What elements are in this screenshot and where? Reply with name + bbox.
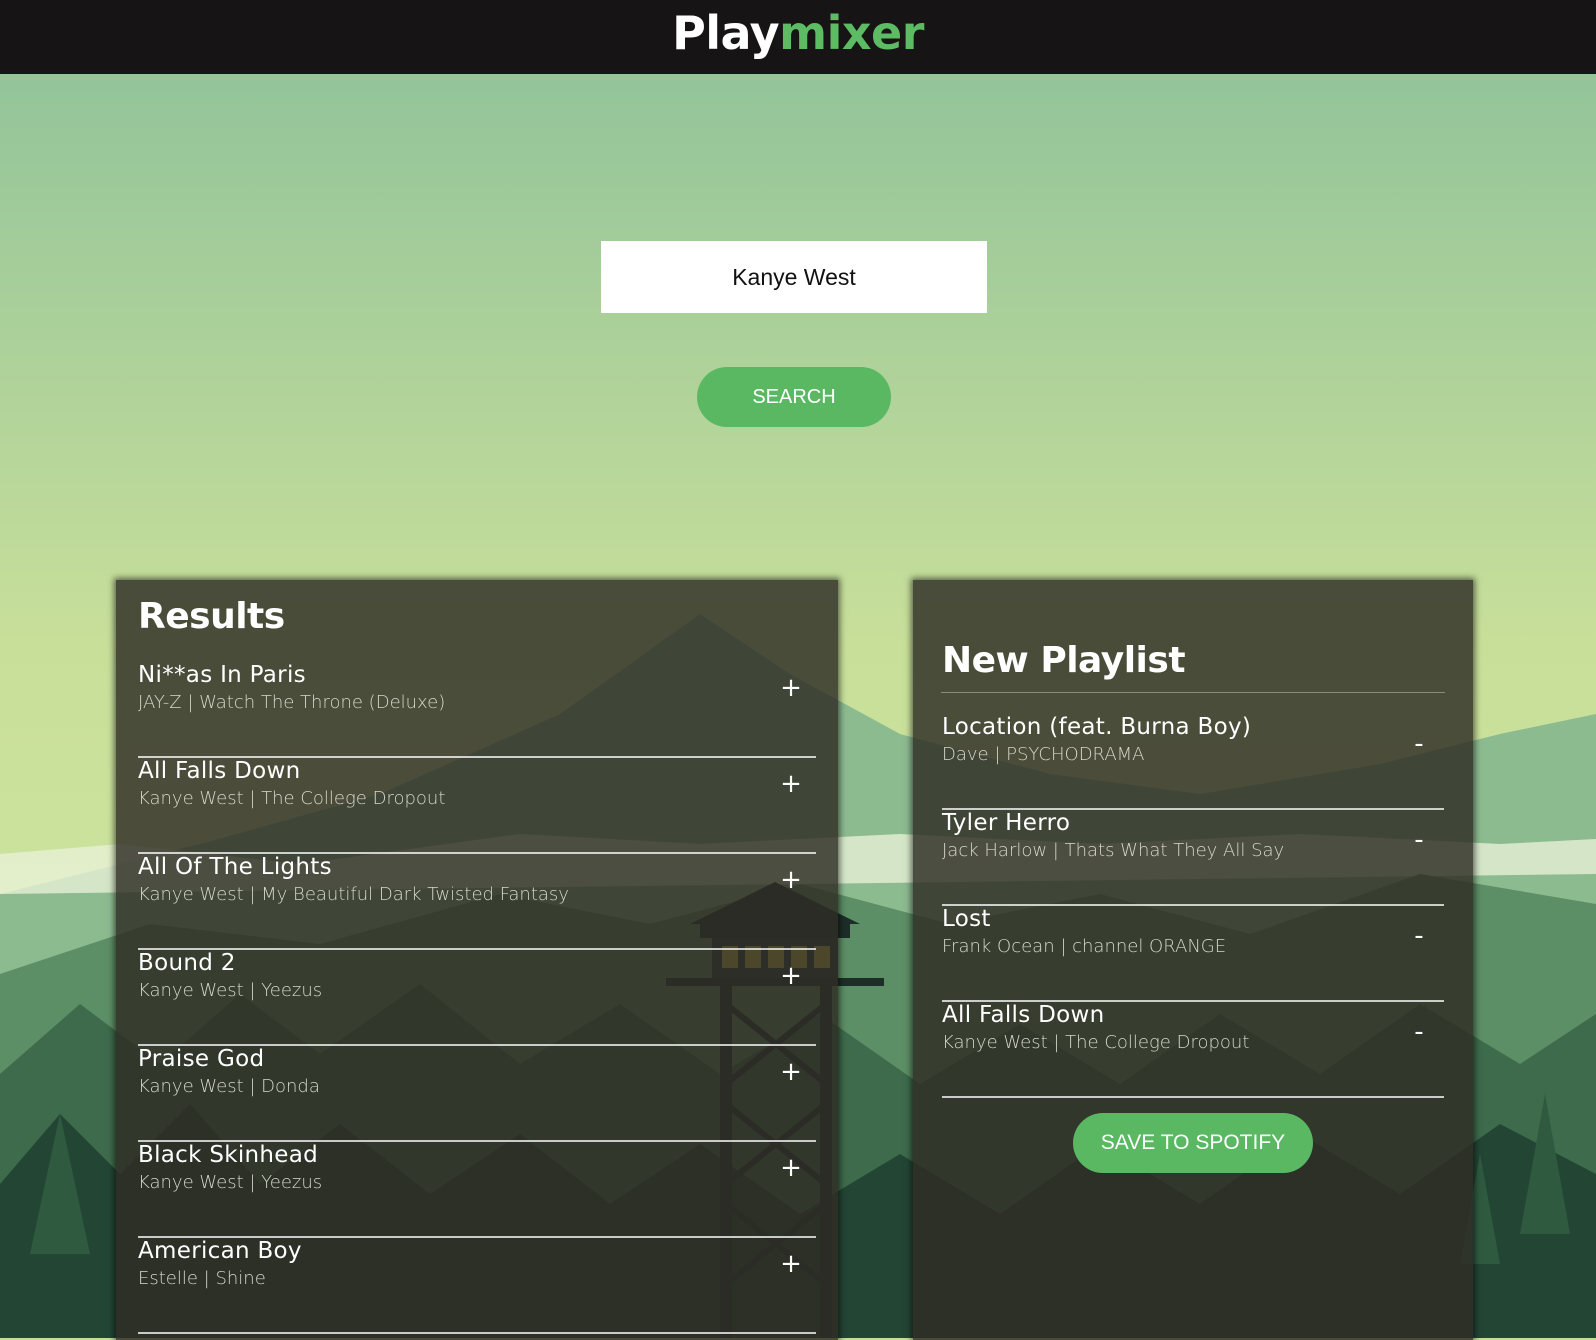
app-header: Playmixer — [0, 0, 1596, 74]
playlist-panel: New Playlist Location (feat. Burna Boy) … — [913, 580, 1473, 1340]
result-track: Ni**as In Paris JAY-Z | Watch The Throne… — [138, 662, 816, 758]
playlist-track: Tyler Herro Jack Harlow | Thats What The… — [942, 810, 1444, 906]
search-input[interactable] — [601, 241, 987, 313]
playlist-track: All Falls Down Kanye West | The College … — [942, 1002, 1444, 1098]
add-track-button[interactable]: + — [776, 1054, 806, 1090]
app-logo: Playmixer — [0, 0, 1596, 66]
track-name: Praise God — [138, 1046, 265, 1072]
add-track-button[interactable]: + — [776, 1150, 806, 1186]
result-track: Black Skinhead Kanye West | Yeezus + — [138, 1142, 816, 1238]
playlist-track: Lost Frank Ocean | channel ORANGE - — [942, 906, 1444, 1002]
add-track-button[interactable]: + — [776, 670, 806, 706]
track-name: Lost — [942, 906, 991, 932]
playlist-track-list: Location (feat. Burna Boy) Dave | PSYCHO… — [942, 714, 1444, 1098]
track-name: American Boy — [138, 1238, 302, 1264]
track-name: Ni**as In Paris — [138, 662, 306, 688]
track-name: Tyler Herro — [942, 810, 1071, 836]
result-track: All Falls Down Kanye West | The College … — [138, 758, 816, 854]
track-name: Bound 2 — [138, 950, 236, 976]
track-info: Kanye West | The College Dropout — [942, 1032, 1250, 1053]
playlist-title: New Playlist — [942, 640, 1186, 681]
remove-track-button[interactable]: - — [1404, 822, 1434, 858]
search-button[interactable]: SEARCH — [697, 367, 891, 427]
track-info: Kanye West | Yeezus — [138, 1172, 323, 1193]
save-to-spotify-button[interactable]: SAVE TO SPOTIFY — [1073, 1113, 1313, 1173]
result-track: American Boy Estelle | Shine + — [138, 1238, 816, 1334]
result-track: Praise God Kanye West | Donda + — [138, 1046, 816, 1142]
remove-track-button[interactable]: - — [1404, 918, 1434, 954]
results-panel: Results Ni**as In Paris JAY-Z | Watch Th… — [116, 580, 838, 1340]
track-info: Estelle | Shine — [138, 1268, 266, 1289]
add-track-button[interactable]: + — [776, 862, 806, 898]
result-track: Bound 2 Kanye West | Yeezus + — [138, 950, 816, 1046]
add-track-button[interactable]: + — [776, 1246, 806, 1282]
track-info: Dave | PSYCHODRAMA — [942, 744, 1145, 765]
track-info: Frank Ocean | channel ORANGE — [942, 936, 1227, 957]
results-title: Results — [138, 596, 285, 637]
logo-main-text: Play — [672, 6, 780, 60]
track-info: Kanye West | Donda — [138, 1076, 320, 1097]
track-name: Black Skinhead — [138, 1142, 319, 1168]
track-info: Kanye West | Yeezus — [138, 980, 323, 1001]
playlist-track: Location (feat. Burna Boy) Dave | PSYCHO… — [942, 714, 1444, 810]
track-name: All Of The Lights — [138, 854, 332, 880]
logo-accent-text: mixer — [779, 6, 924, 60]
track-info: Jack Harlow | Thats What They All Say — [942, 840, 1285, 861]
result-track: All Of The Lights Kanye West | My Beauti… — [138, 854, 816, 950]
remove-track-button[interactable]: - — [1404, 726, 1434, 762]
playlist-title-divider — [941, 692, 1445, 693]
track-info: Kanye West | My Beautiful Dark Twisted F… — [138, 884, 569, 905]
remove-track-button[interactable]: - — [1404, 1014, 1434, 1050]
track-name: All Falls Down — [942, 1002, 1105, 1028]
track-name: Location (feat. Burna Boy) — [942, 714, 1252, 740]
track-info: JAY-Z | Watch The Throne (Deluxe) — [138, 692, 446, 713]
track-name: All Falls Down — [138, 758, 301, 784]
add-track-button[interactable]: + — [776, 766, 806, 802]
add-track-button[interactable]: + — [776, 958, 806, 994]
results-track-list: Ni**as In Paris JAY-Z | Watch The Throne… — [138, 662, 816, 1334]
track-info: Kanye West | The College Dropout — [138, 788, 446, 809]
